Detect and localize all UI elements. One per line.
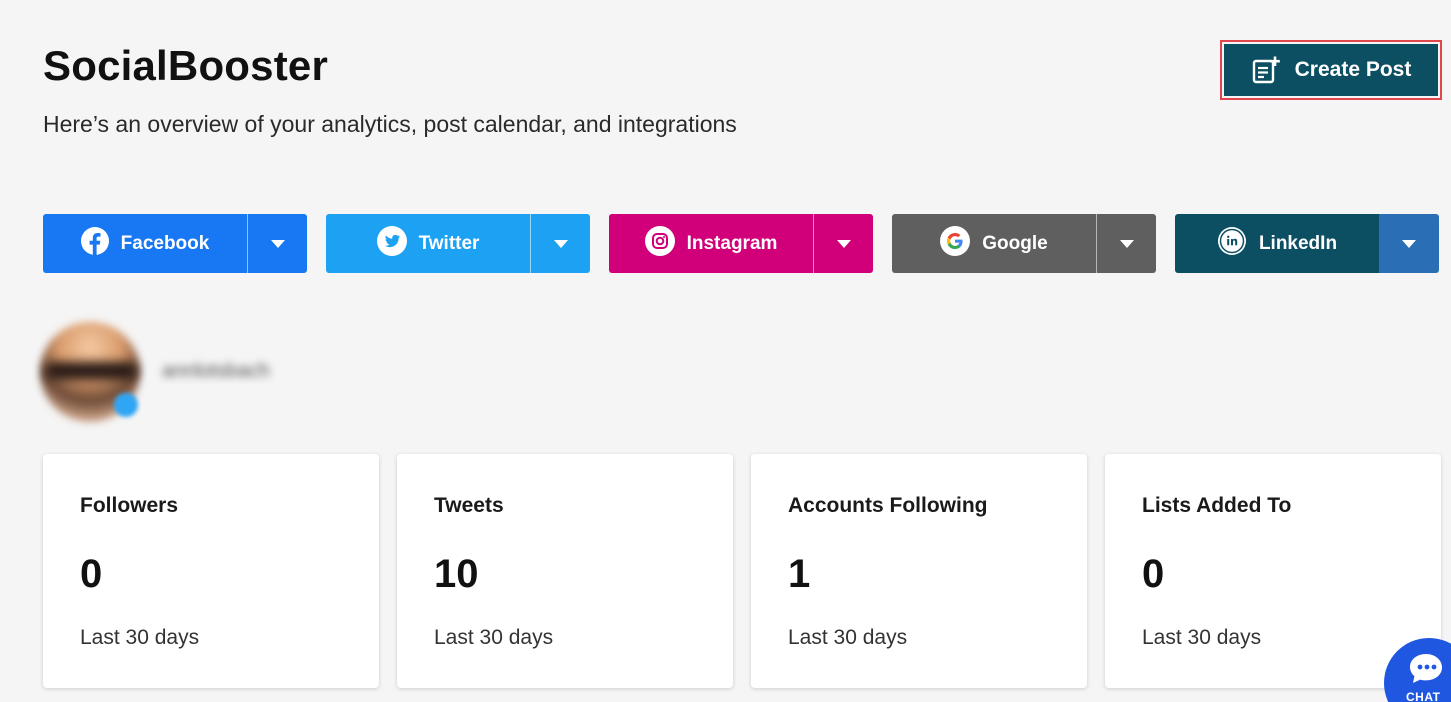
- page-title: SocialBooster: [43, 42, 329, 89]
- linkedin-icon: [1217, 226, 1247, 262]
- instagram-button[interactable]: Instagram: [609, 214, 813, 273]
- stat-period: Last 30 days: [80, 626, 200, 649]
- linkedin-integration: LinkedIn: [1175, 214, 1439, 273]
- twitter-dropdown-toggle[interactable]: [530, 214, 590, 273]
- create-post-icon: [1251, 55, 1281, 85]
- instagram-dropdown-toggle[interactable]: [813, 214, 873, 273]
- dashboard-page: SocialBooster Here’s an overview of your…: [0, 0, 1451, 702]
- chevron-down-icon: [553, 239, 568, 248]
- stat-label: Followers: [80, 494, 179, 517]
- facebook-icon: [80, 226, 109, 261]
- chevron-down-icon: [836, 239, 851, 248]
- stat-card-followers: Followers 0 Last 30 days: [43, 454, 379, 688]
- chevron-down-icon: [270, 239, 285, 248]
- stat-value: 10: [434, 552, 479, 596]
- profile-username: annlotsbach: [162, 360, 270, 382]
- linkedin-button[interactable]: LinkedIn: [1175, 214, 1379, 273]
- chat-label: CHAT: [1406, 690, 1441, 702]
- verified-badge-icon: [114, 393, 138, 417]
- google-dropdown-toggle[interactable]: [1096, 214, 1156, 273]
- profile-summary: annlotsbach: [40, 322, 340, 427]
- stat-value: 0: [1142, 552, 1165, 596]
- chevron-down-icon: [1119, 239, 1134, 248]
- stat-label: Lists Added To: [1142, 494, 1292, 517]
- stat-label: Accounts Following: [788, 494, 988, 517]
- stat-period: Last 30 days: [434, 626, 554, 649]
- stat-value: 0: [80, 552, 103, 596]
- facebook-button[interactable]: Facebook: [43, 214, 247, 273]
- stat-period: Last 30 days: [788, 626, 908, 649]
- page-subtitle: Here’s an overview of your analytics, po…: [43, 111, 737, 137]
- twitter-integration: Twitter: [326, 214, 590, 273]
- twitter-icon: [376, 225, 407, 262]
- stats-row: Followers 0 Last 30 days Tweets 10 Last …: [43, 454, 1441, 688]
- facebook-label: Facebook: [120, 232, 210, 254]
- stat-value: 1: [788, 552, 811, 596]
- twitter-button[interactable]: Twitter: [326, 214, 530, 273]
- google-label: Google: [982, 232, 1048, 254]
- google-integration: Google: [892, 214, 1156, 273]
- google-icon: [940, 225, 971, 262]
- instagram-label: Instagram: [686, 232, 778, 254]
- google-button[interactable]: Google: [892, 214, 1096, 273]
- stat-period: Last 30 days: [1142, 626, 1262, 649]
- stat-label: Tweets: [434, 494, 504, 517]
- stat-card-tweets: Tweets 10 Last 30 days: [397, 454, 733, 688]
- twitter-label: Twitter: [418, 232, 480, 254]
- chat-bubble-icon: [1410, 654, 1442, 683]
- stat-card-lists-added-to: Lists Added To 0 Last 30 days: [1105, 454, 1441, 688]
- facebook-integration: Facebook: [43, 214, 307, 273]
- facebook-dropdown-toggle[interactable]: [247, 214, 307, 273]
- social-integrations: Facebook Twitter Instagram Google Linked…: [43, 214, 1439, 273]
- stat-card-accounts-following: Accounts Following 1 Last 30 days: [751, 454, 1087, 688]
- create-post-label: Create Post: [1294, 58, 1412, 81]
- linkedin-label: LinkedIn: [1258, 232, 1338, 254]
- create-post-button[interactable]: Create Post: [1224, 44, 1438, 96]
- linkedin-dropdown-toggle[interactable]: [1379, 214, 1439, 273]
- create-post-highlight: Create Post: [1220, 40, 1442, 100]
- instagram-icon: [644, 225, 675, 262]
- instagram-integration: Instagram: [609, 214, 873, 273]
- chevron-down-icon: [1402, 239, 1416, 248]
- avatar-detail: [45, 362, 137, 380]
